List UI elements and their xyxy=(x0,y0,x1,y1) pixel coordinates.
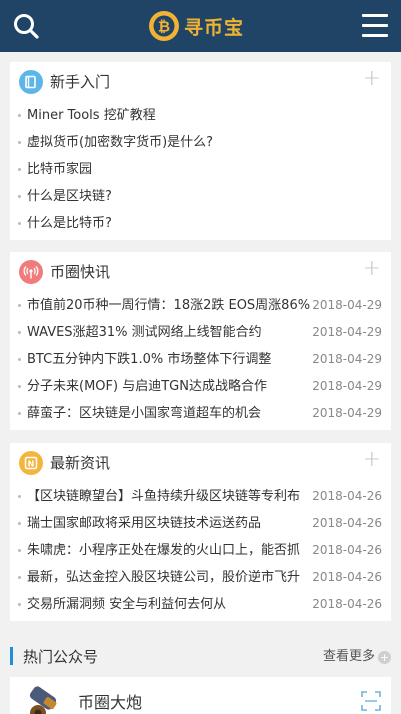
list-item[interactable]: 什么是区块链? xyxy=(10,183,391,210)
item-date: 2018-04-26 xyxy=(310,564,382,591)
list-item[interactable]: WAVES涨超31% 测试网络上线智能合约 2018-04-29 xyxy=(10,319,391,346)
list-item[interactable]: 【区块链瞭望台】斗鱼持续升级区块链等专利布 2018-04-26 xyxy=(10,483,391,510)
card-title: 币圈快讯 xyxy=(50,263,111,281)
list-item[interactable]: Miner Tools 挖矿教程 xyxy=(10,102,391,129)
list-item[interactable]: 虚拟货币(加密数字货币)是什么? xyxy=(10,129,391,156)
list-item[interactable]: 比特币家园 xyxy=(10,156,391,183)
card-title: 新手入门 xyxy=(50,73,111,91)
item-date: 2018-04-26 xyxy=(310,537,382,564)
article-list: Miner Tools 挖矿教程 虚拟货币(加密数字货币)是什么? 比特币家园 … xyxy=(10,102,391,237)
logo[interactable]: ₿ 寻币宝 xyxy=(148,10,244,42)
item-date: 2018-04-29 xyxy=(310,346,382,373)
beginner-card: 新手入门 + Miner Tools 挖矿教程 虚拟货币(加密数字货币)是什么?… xyxy=(10,62,391,240)
view-more-label: 查看更多 xyxy=(322,649,375,664)
news-list: 【区块链瞭望台】斗鱼持续升级区块链等专利布 2018-04-26 瑞士国家邮政将采… xyxy=(10,483,391,618)
item-date: 2018-04-26 xyxy=(310,591,382,618)
news-icon: N xyxy=(19,451,43,475)
cannon-avatar-icon xyxy=(29,686,57,714)
list-item[interactable]: 最新，弘达金控入股区块链公司，股价逆市飞升 2018-04-26 xyxy=(10,564,391,591)
card-header: 币圈快讯 + xyxy=(10,252,391,292)
broadcast-icon xyxy=(19,260,43,284)
hamburger-menu-icon[interactable] xyxy=(361,12,389,40)
plus-circle-icon: + xyxy=(378,650,391,664)
list-item[interactable]: 什么是比特币? xyxy=(10,210,391,237)
item-date: 2018-04-26 xyxy=(310,510,382,537)
logo-text: 寻币宝 xyxy=(184,16,245,39)
expand-plus-icon[interactable]: + xyxy=(363,68,381,90)
top-header: ₿ 寻币宝 xyxy=(0,0,401,52)
list-item[interactable]: BTC五分钟内下跌1.0% 市场整体下行调整 2018-04-29 xyxy=(10,346,391,373)
expand-plus-icon[interactable]: + xyxy=(363,258,381,280)
bitcoin-coin-icon: ₿ xyxy=(149,11,179,41)
list-item[interactable]: 瑞士国家邮政将采用区块链技术运送药品 2018-04-26 xyxy=(10,510,391,537)
list-item[interactable]: 交易所漏洞频 安全与利益何去何从 2018-04-26 xyxy=(10,591,391,618)
list-item[interactable]: 薛蛮子：区块链是小国家弯道超车的机会 2018-04-29 xyxy=(10,400,391,427)
view-more-link[interactable]: 查看更多 + xyxy=(323,648,391,666)
item-date: 2018-04-26 xyxy=(310,483,382,510)
accounts-section-header: 热门公众号 查看更多 + xyxy=(10,644,391,670)
flash-news-card: 币圈快讯 + 市值前20币种一周行情：18涨2跌 EOS周涨86% 2018-04… xyxy=(10,252,391,430)
item-date: 2018-04-29 xyxy=(310,373,382,400)
list-item[interactable]: 朱啸虎：小程序正处在爆发的火山口上，能否抓 2018-04-26 xyxy=(10,537,391,564)
card-title: 最新资讯 xyxy=(50,454,111,472)
public-account-item[interactable]: 币圈大炮 xyxy=(10,677,391,714)
item-date: 2018-04-29 xyxy=(310,400,382,427)
section-title: 热门公众号 xyxy=(23,648,99,666)
section-accent-bar xyxy=(10,647,13,665)
book-icon xyxy=(19,70,43,94)
item-date: 2018-04-29 xyxy=(310,319,382,346)
svg-text:₿: ₿ xyxy=(158,18,170,36)
item-date: 2018-04-29 xyxy=(310,292,382,319)
card-header: N 最新资讯 + xyxy=(10,443,391,483)
account-name: 币圈大炮 xyxy=(78,693,143,712)
expand-plus-icon[interactable]: + xyxy=(363,449,381,471)
card-header: 新手入门 + xyxy=(10,62,391,102)
qr-scan-icon[interactable] xyxy=(361,691,381,711)
list-item[interactable]: 分子未来(MOF) 与启迪TGN达成战略合作 2018-04-29 xyxy=(10,373,391,400)
svg-text:N: N xyxy=(28,460,35,469)
search-icon[interactable] xyxy=(12,12,40,40)
news-list: 市值前20币种一周行情：18涨2跌 EOS周涨86% 2018-04-29 WAV… xyxy=(10,292,391,427)
latest-news-card: N 最新资讯 + 【区块链瞭望台】斗鱼持续升级区块链等专利布 2018-04-26… xyxy=(10,443,391,621)
list-item[interactable]: 市值前20币种一周行情：18涨2跌 EOS周涨86% 2018-04-29 xyxy=(10,292,391,319)
